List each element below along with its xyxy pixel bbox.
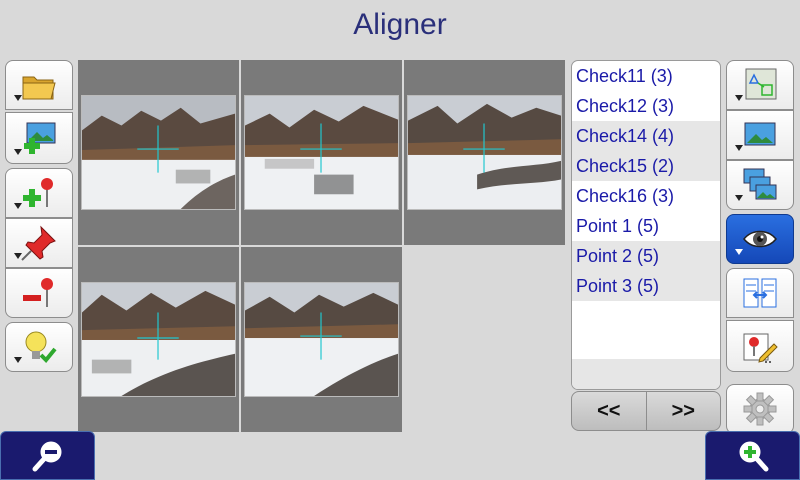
stack-images-icon <box>743 168 777 200</box>
edit-point-button[interactable] <box>726 320 794 372</box>
list-item[interactable]: Point 1 (5) <box>572 211 720 241</box>
image-button[interactable] <box>726 110 794 160</box>
compare-icon <box>743 278 777 308</box>
stack-images-button[interactable] <box>726 160 794 210</box>
photo-thumbnail[interactable] <box>407 95 562 210</box>
photo-thumbnail[interactable] <box>81 282 236 397</box>
next-page-button[interactable]: >> <box>645 392 721 430</box>
image-icon <box>744 122 776 146</box>
zoom-in-button[interactable] <box>705 431 800 480</box>
list-item[interactable]: Check11 (3) <box>572 61 720 91</box>
pushpin-icon <box>21 225 56 261</box>
list-footer <box>572 359 720 389</box>
hint-button[interactable] <box>5 322 73 372</box>
zoom-out-button[interactable] <box>0 431 95 480</box>
settings-button[interactable] <box>726 384 794 434</box>
align-icon <box>745 68 777 100</box>
list-item[interactable]: Point 2 (5) <box>572 241 720 271</box>
align-button[interactable] <box>726 60 794 110</box>
remove-point-button[interactable] <box>5 268 73 318</box>
app-title: Aligner <box>353 8 447 41</box>
list-item[interactable]: Check16 (3) <box>572 181 720 211</box>
folder-icon <box>22 76 56 100</box>
lightbulb-check-icon <box>25 331 57 363</box>
thumbnail-cell[interactable] <box>78 247 239 432</box>
thumbnail-cell[interactable] <box>241 60 402 245</box>
gear-icon <box>743 392 777 426</box>
add-point-icon <box>23 178 53 207</box>
pager: << >> <box>571 391 721 431</box>
thumbnail-cell[interactable] <box>78 60 239 245</box>
view-toggle-button[interactable] <box>726 214 794 264</box>
edit-point-icon <box>743 333 778 363</box>
list-item[interactable]: Check15 (2) <box>572 151 720 181</box>
add-image-button[interactable] <box>5 112 73 164</box>
remove-point-icon <box>23 278 53 307</box>
image-grid <box>78 60 566 434</box>
add-image-icon <box>24 122 56 154</box>
list-item[interactable]: Point 3 (5) <box>572 271 720 301</box>
photo-thumbnail[interactable] <box>81 95 236 210</box>
add-point-button[interactable] <box>5 168 73 218</box>
prev-page-button[interactable]: << <box>572 392 646 430</box>
pin-point-button[interactable] <box>5 218 73 268</box>
list-item[interactable]: Check14 (4) <box>572 121 720 151</box>
photo-thumbnail[interactable] <box>244 95 399 210</box>
list-item[interactable]: Check12 (3) <box>572 91 720 121</box>
points-list[interactable]: Check11 (3) Check12 (3) Check14 (4) Chec… <box>571 60 721 390</box>
compare-button[interactable] <box>726 268 794 318</box>
zoom-in-icon <box>739 441 768 471</box>
open-folder-button[interactable] <box>5 60 73 110</box>
thumbnail-cell[interactable] <box>241 247 402 432</box>
zoom-out-icon <box>32 441 61 471</box>
thumbnail-cell[interactable] <box>404 60 565 245</box>
eye-icon <box>743 230 777 248</box>
photo-thumbnail[interactable] <box>244 282 399 397</box>
